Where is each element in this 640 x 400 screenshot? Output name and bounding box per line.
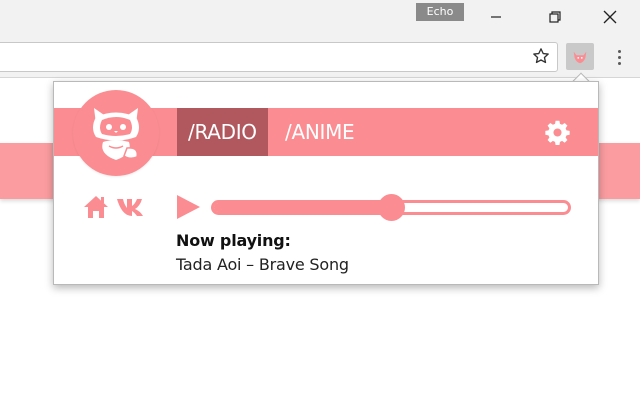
- browser-window: Echo /RADIO /ANIME Now playing: Tada Aoi…: [0, 0, 640, 400]
- play-button[interactable]: [174, 193, 202, 221]
- fox-icon: [573, 51, 587, 63]
- tab-radio[interactable]: /RADIO: [177, 108, 268, 156]
- star-icon: [533, 48, 549, 64]
- radio-logo: [73, 90, 159, 176]
- home-button[interactable]: [82, 194, 110, 220]
- radio-popup: /RADIO /ANIME Now playing: Tada Aoi – Br…: [53, 81, 599, 285]
- home-icon: [84, 196, 108, 218]
- bookmark-star-button[interactable]: [530, 45, 552, 67]
- vk-button[interactable]: [116, 196, 150, 218]
- gear-icon: [545, 120, 570, 145]
- close-button[interactable]: [590, 2, 630, 32]
- play-icon: [177, 195, 200, 219]
- minimize-button[interactable]: [476, 2, 516, 32]
- volume-fill: [214, 203, 391, 212]
- extension-button[interactable]: [566, 43, 594, 70]
- volume-slider[interactable]: [211, 194, 571, 221]
- settings-button[interactable]: [544, 119, 571, 146]
- now-playing-label: Now playing:: [176, 231, 291, 250]
- restore-icon: [549, 11, 561, 23]
- browser-menu-button[interactable]: [611, 46, 627, 68]
- address-bar[interactable]: [0, 42, 558, 72]
- volume-thumb[interactable]: [378, 194, 405, 221]
- minimize-icon: [491, 16, 501, 18]
- restore-button[interactable]: [535, 2, 575, 32]
- vk-icon: [117, 199, 143, 216]
- more-vertical-icon: [617, 49, 621, 53]
- close-icon: [603, 10, 617, 24]
- profile-badge[interactable]: Echo: [416, 3, 464, 21]
- tab-anime[interactable]: /ANIME: [274, 108, 365, 156]
- track-title: Tada Aoi – Brave Song: [176, 255, 349, 274]
- fox-logo-icon: [93, 108, 139, 160]
